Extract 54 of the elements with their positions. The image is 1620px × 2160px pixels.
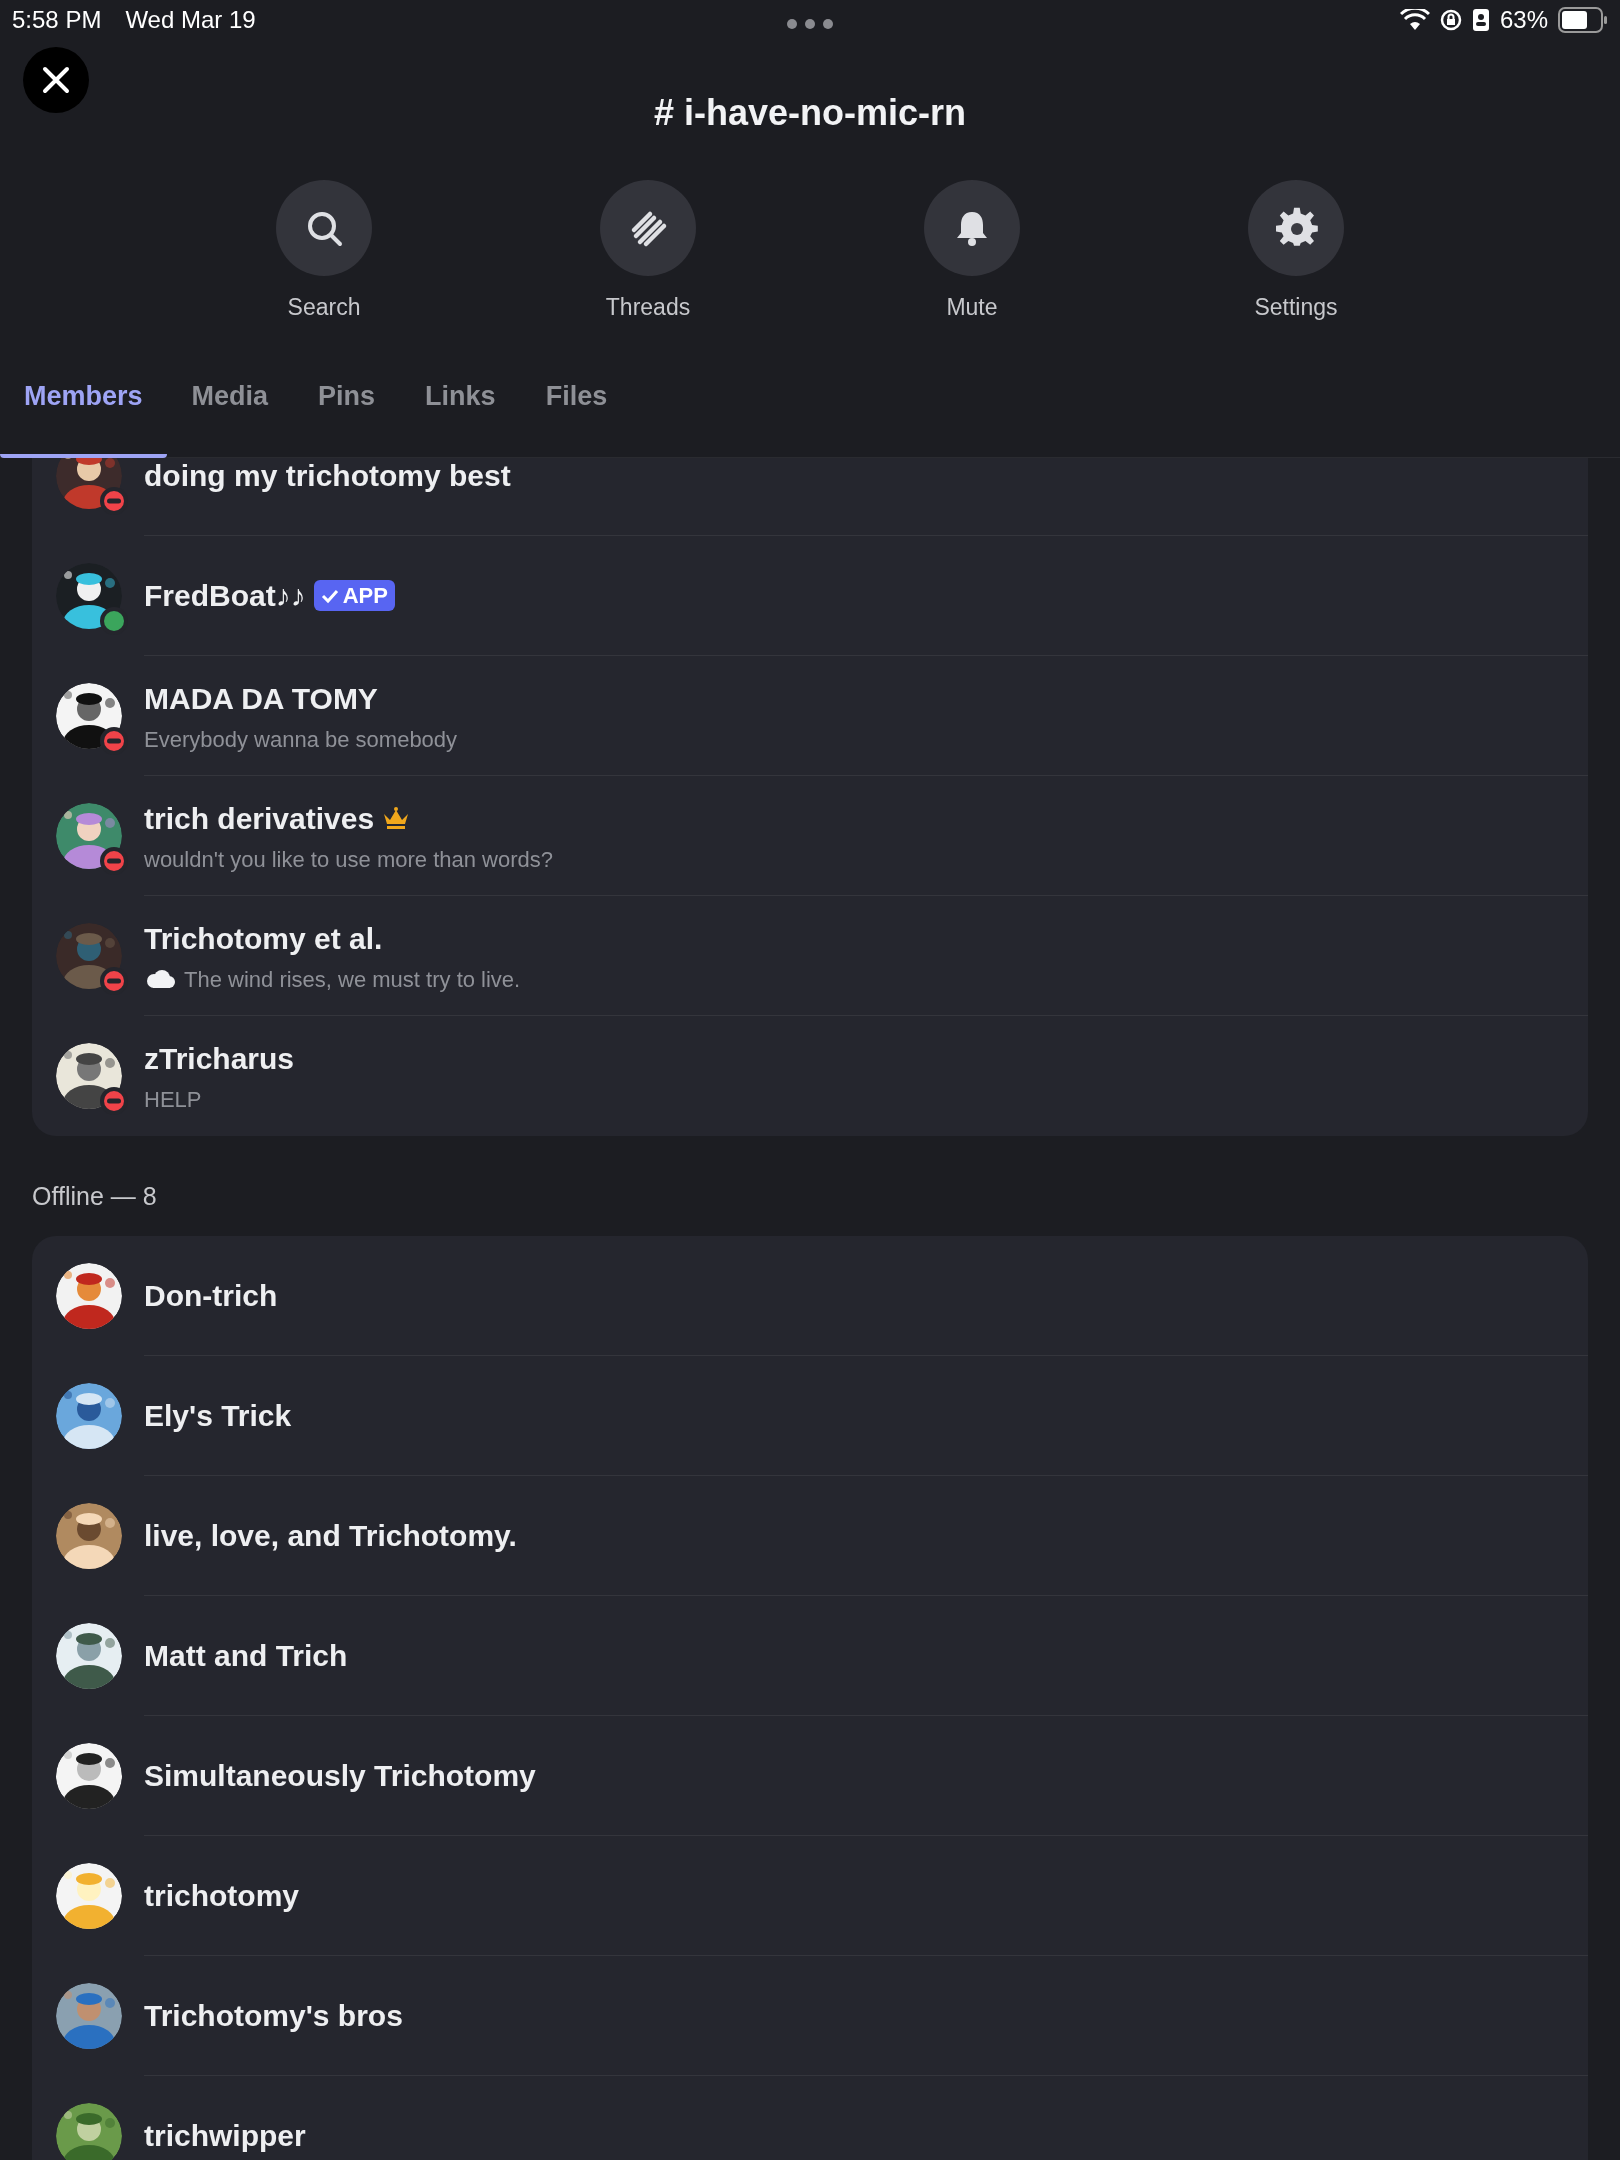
rotation-lock-icon bbox=[1439, 9, 1462, 31]
action-button[interactable]: Search bbox=[264, 180, 384, 376]
member-name: Trichotomy's bros bbox=[144, 1997, 403, 2034]
more-icon[interactable] bbox=[785, 18, 835, 30]
member-row[interactable]: Ely's Trick bbox=[32, 1355, 1588, 1476]
battery-percent: 63% bbox=[1499, 5, 1548, 35]
member-row[interactable]: doing my trichotomy best bbox=[32, 458, 1588, 536]
app-badge: APP bbox=[313, 580, 395, 611]
battery-icon bbox=[1558, 7, 1608, 33]
member-name: MADA DA TOMY bbox=[144, 680, 378, 717]
member-row[interactable]: Trichotomy's bros bbox=[32, 1955, 1588, 2076]
action-button[interactable]: Settings bbox=[1236, 180, 1356, 376]
tab[interactable]: Links bbox=[400, 376, 521, 458]
member-status-text: Everybody wanna be somebody bbox=[144, 725, 458, 754]
member-status-text: HELP bbox=[144, 1086, 202, 1114]
member-name: doing my trichotomy best bbox=[144, 458, 511, 494]
tab[interactable]: Media bbox=[166, 376, 294, 458]
tab[interactable]: Files bbox=[520, 376, 633, 458]
action-button[interactable]: Threads bbox=[588, 180, 708, 376]
action-button[interactable]: Mute bbox=[912, 180, 1032, 376]
member-name: Don-trich bbox=[144, 1277, 278, 1314]
check-icon bbox=[320, 587, 339, 604]
member-row[interactable]: live, love, and Trichotomy. bbox=[32, 1475, 1588, 1596]
member-row[interactable]: trichotomy bbox=[32, 1835, 1588, 1956]
status-date: Wed Mar 19 bbox=[125, 5, 256, 35]
member-name: Simultaneously Trichotomy bbox=[144, 1757, 536, 1794]
member-name: Trichotomy et al. bbox=[144, 920, 383, 957]
badge-icon bbox=[1471, 8, 1490, 32]
member-row[interactable]: Simultaneously Trichotomy bbox=[32, 1715, 1588, 1836]
member-name: trichwipper bbox=[144, 2118, 306, 2154]
member-name: FredBoat♪♪ bbox=[144, 578, 306, 614]
close-icon bbox=[41, 65, 71, 95]
wifi-icon bbox=[1399, 9, 1430, 31]
crown-icon bbox=[382, 806, 411, 830]
member-row[interactable]: trich derivatives wouldn't you like to use more than words? bbox=[32, 776, 1588, 896]
member-name: live, love, and Trichotomy. bbox=[144, 1517, 517, 1554]
member-name: Matt and Trich bbox=[144, 1637, 348, 1674]
member-status-text: The wind rises, we must try to live. bbox=[184, 965, 521, 994]
member-status-text: wouldn't you like to use more than words? bbox=[144, 845, 553, 874]
section-heading: Offline — 8 bbox=[32, 1181, 158, 1212]
member-row[interactable]: Don-trich bbox=[32, 1235, 1588, 1356]
channel-title: # i-have-no-mic-rn bbox=[652, 91, 967, 135]
member-row[interactable]: zTricharus HELP bbox=[32, 1016, 1588, 1136]
member-name: trichotomy bbox=[144, 1877, 299, 1914]
member-row[interactable]: Trichotomy et al. The wind rises, we must try to live. bbox=[32, 896, 1588, 1016]
member-row[interactable]: trichwipper bbox=[32, 2075, 1588, 2160]
member-name: zTricharus bbox=[144, 1041, 295, 1077]
status-time: 5:58 PM bbox=[12, 5, 102, 35]
member-row[interactable]: Matt and Trich bbox=[32, 1595, 1588, 1716]
member-row[interactable]: MADA DA TOMY Everybody wanna be somebody bbox=[32, 656, 1588, 776]
tab[interactable]: Pins bbox=[293, 376, 401, 458]
member-row[interactable]: FredBoat♪♪ APP bbox=[32, 536, 1588, 656]
member-name: trich derivatives bbox=[144, 800, 375, 837]
member-name: Ely's Trick bbox=[144, 1397, 292, 1434]
